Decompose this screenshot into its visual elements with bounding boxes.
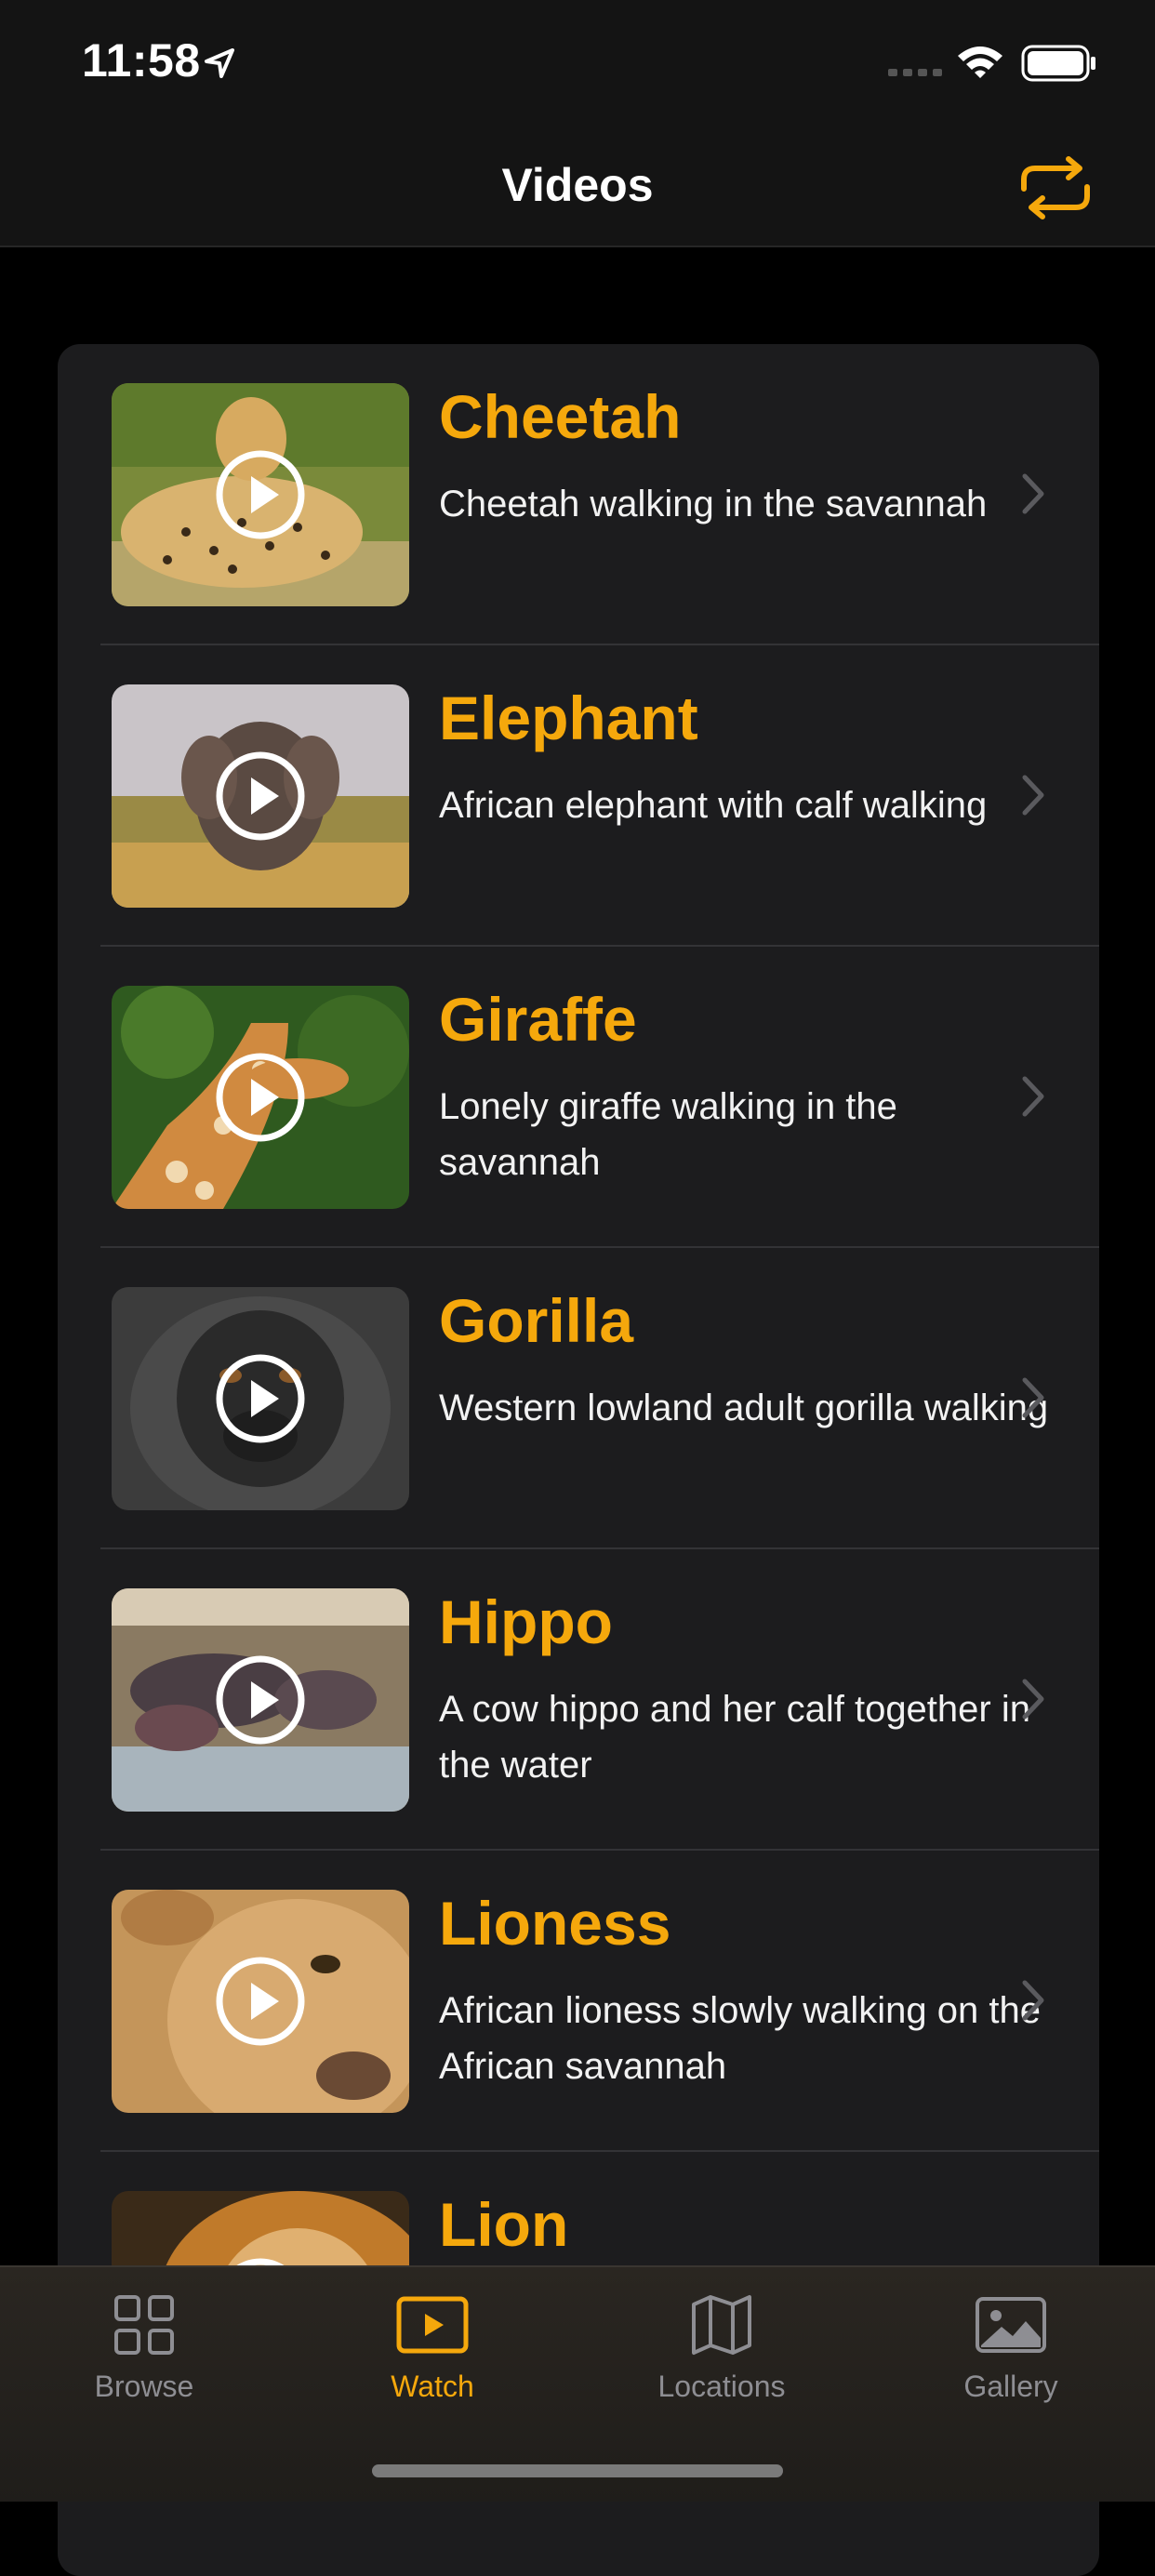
- status-bar: 11:58: [0, 0, 1155, 130]
- home-indicator[interactable]: [372, 2464, 783, 2477]
- video-description: African lioness slowly walking on the Af…: [439, 1990, 1041, 2087]
- tab-label: Locations: [657, 2370, 786, 2403]
- video-title: Lioness: [439, 1889, 671, 1958]
- chevron-right-icon: [1022, 1980, 1044, 2021]
- video-row-gorilla[interactable]: Gorilla Western lowland adult gorilla wa…: [58, 1248, 1099, 1549]
- video-list: Cheetah Cheetah walking in the savannah …: [58, 344, 1099, 2576]
- video-row-elephant[interactable]: Elephant African elephant with calf walk…: [58, 645, 1099, 947]
- video-title: Hippo: [439, 1587, 613, 1656]
- video-title: Gorilla: [439, 1286, 634, 1355]
- video-thumbnail: [112, 986, 409, 1209]
- video-title: Cheetah: [439, 382, 682, 451]
- chevron-right-icon: [1022, 473, 1044, 514]
- video-title: Elephant: [439, 684, 698, 752]
- video-thumbnail: [112, 1890, 409, 2113]
- repeat-icon: [1021, 156, 1090, 219]
- play-icon: [216, 1053, 305, 1142]
- status-time: 11:58: [82, 34, 201, 86]
- video-row-lioness[interactable]: Lioness African lioness slowly walking o…: [58, 1851, 1099, 2152]
- cellular-signal-icon: [888, 69, 942, 76]
- play-icon: [216, 1655, 305, 1745]
- play-icon: [216, 450, 305, 539]
- video-description: Cheetah walking in the savannah: [439, 484, 988, 524]
- repeat-button[interactable]: [1014, 151, 1097, 225]
- video-description: African elephant with calf walking: [439, 785, 988, 826]
- video-thumbnail: [112, 383, 409, 606]
- play-icon: [216, 751, 305, 841]
- play-icon: [216, 1354, 305, 1443]
- video-thumbnail: [112, 684, 409, 908]
- location-arrow-icon: [205, 48, 234, 78]
- video-title: Giraffe: [439, 985, 637, 1054]
- tab-label: Watch: [391, 2370, 474, 2403]
- video-description: Lonely giraffe walking in the savannah: [439, 1086, 897, 1183]
- video-row-cheetah[interactable]: Cheetah Cheetah walking in the savannah: [58, 344, 1099, 645]
- navigation-bar: Videos: [0, 130, 1155, 247]
- tab-label: Browse: [94, 2370, 194, 2403]
- video-row-hippo[interactable]: Hippo A cow hippo and her calf together …: [58, 1549, 1099, 1851]
- video-thumbnail: [112, 1588, 409, 1812]
- tab-browse[interactable]: Browse: [5, 2293, 284, 2433]
- play-icon: [216, 1957, 305, 2046]
- video-description: A cow hippo and her calf together in the…: [439, 1689, 1030, 1786]
- chevron-right-icon: [1022, 1377, 1044, 1418]
- tab-label: Gallery: [963, 2370, 1058, 2403]
- tab-watch[interactable]: Watch: [293, 2293, 572, 2433]
- video-description: Western lowland adult gorilla walking: [439, 1388, 1049, 1428]
- grid-icon: [114, 2295, 174, 2355]
- chevron-right-icon: [1022, 1076, 1044, 1117]
- video-row-giraffe[interactable]: Giraffe Lonely giraffe walking in the sa…: [58, 947, 1099, 1248]
- page-title: Videos: [501, 159, 654, 211]
- tab-gallery[interactable]: Gallery: [871, 2293, 1150, 2433]
- play-rectangle-icon: [396, 2296, 469, 2354]
- battery-icon: [1021, 45, 1095, 82]
- chevron-right-icon: [1022, 775, 1044, 816]
- wifi-icon: [958, 46, 1002, 78]
- chevron-right-icon: [1022, 1679, 1044, 1720]
- photo-icon: [976, 2297, 1046, 2353]
- video-thumbnail: [112, 1287, 409, 1510]
- tab-locations[interactable]: Locations: [582, 2293, 861, 2433]
- map-icon: [692, 2295, 751, 2355]
- video-title: Lion: [439, 2190, 569, 2259]
